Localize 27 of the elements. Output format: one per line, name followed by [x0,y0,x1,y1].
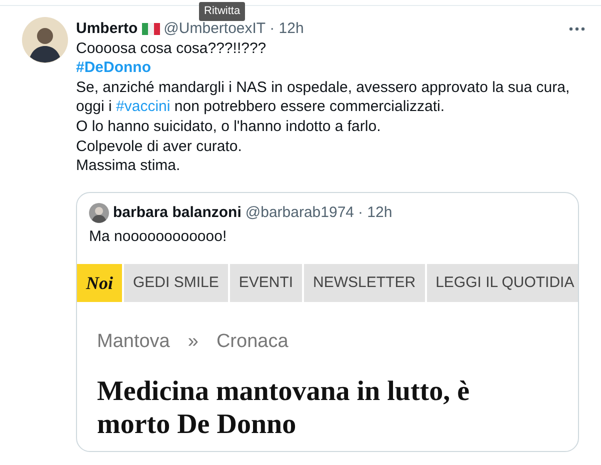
author-name[interactable]: Umberto [76,19,138,39]
tweet-time[interactable]: · 12h [270,19,304,39]
tweet-time[interactable]: · 12h [358,202,392,223]
avatar [89,202,109,223]
breadcrumb-link[interactable]: Mantova [97,328,170,357]
breadcrumb-link[interactable]: Cronaca [216,328,288,357]
author-name[interactable]: barbara balanzoni [113,202,242,223]
tweet-text: Coooosa cosa cosa???!!??? [76,38,268,58]
tweet-text: Se, anziché mandargli i NAS in ospedale, avessero approvato la sua cura, [76,78,571,98]
quote-text: Ma noooooooooooo! [89,226,228,246]
article-headline: Medicina mantovana in lutto, è morto De Donno [97,374,471,441]
author-handle[interactable]: @barbarab1974 [245,202,354,223]
tweet-text: O lo hanno suicidato, o l'hanno indotto a farlo. [76,116,382,137]
tweet-text: oggi i #vaccini non potrebbero essere commercializzati. [76,97,446,117]
tweet-text: Massima stima. [76,156,182,176]
tweet-text: Colpevole di aver curato. [76,136,243,156]
more-icon[interactable] [569,26,585,31]
flag-icon [142,22,160,35]
tooltip: Ritwitta [199,2,246,20]
nav-link[interactable]: EVENTI [230,264,302,302]
nav-link[interactable]: GEDI SMILE [124,264,228,302]
nav-link[interactable]: NEWSLETTER [304,264,425,302]
author-handle[interactable]: @UmbertoexIT [164,19,266,39]
nav-link[interactable]: LEGGI IL QUOTIDIA [426,264,578,302]
breadcrumb-separator: » [188,330,198,354]
site-logo[interactable]: Noi [77,264,122,302]
avatar [22,17,68,63]
